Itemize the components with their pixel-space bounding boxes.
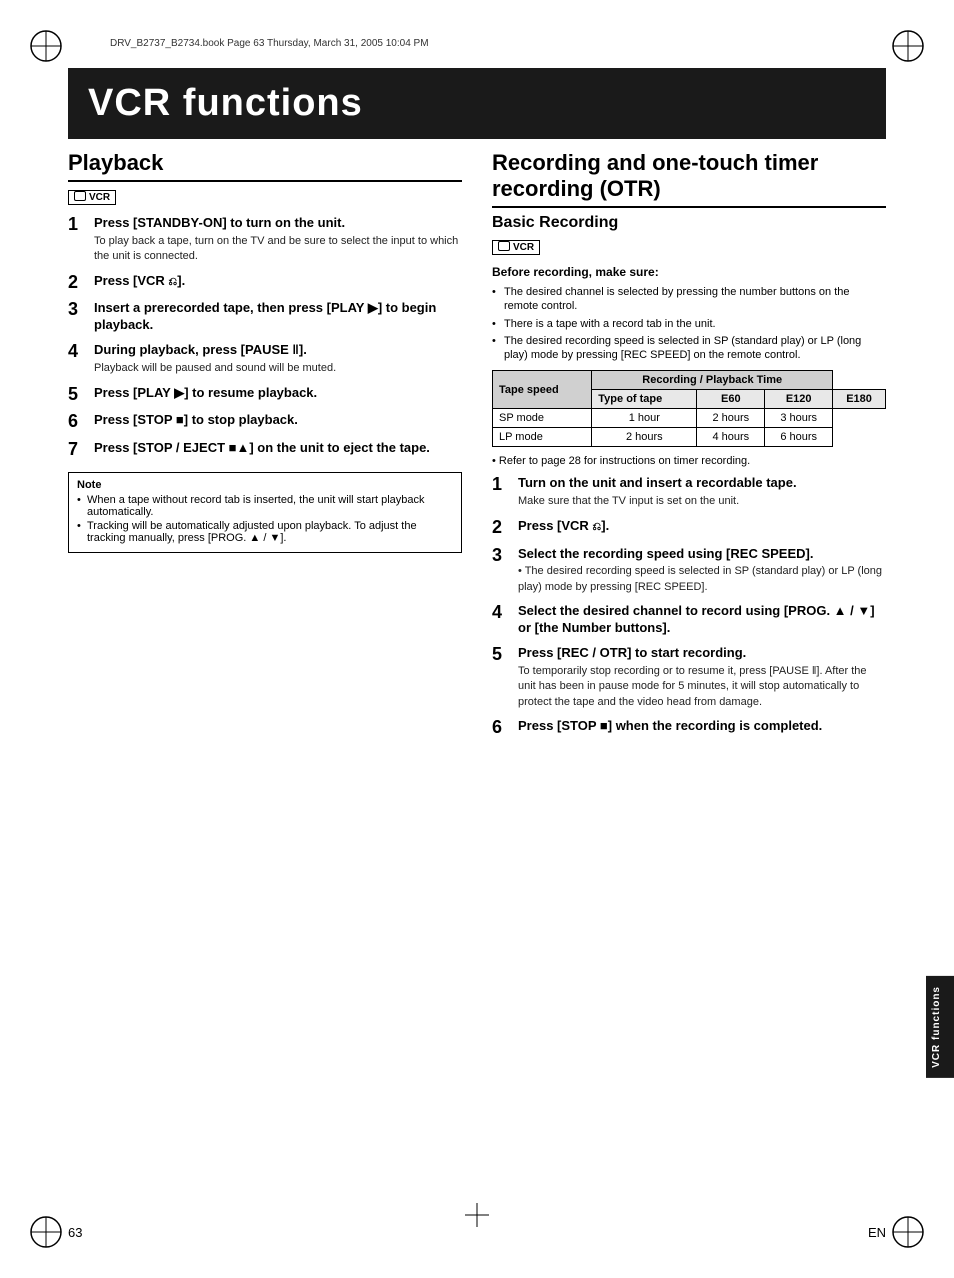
rec-step-6: 6 Press [STOP ■] when the recording is c… bbox=[492, 718, 886, 738]
language-indicator: EN bbox=[868, 1225, 886, 1240]
rec-step-desc-3: • The desired recording speed is selecte… bbox=[518, 564, 886, 595]
step-num-2: 2 bbox=[68, 273, 86, 293]
recording-heading: Recording and one-touch timer recording … bbox=[492, 150, 886, 208]
table-header-time: Recording / Playback Time bbox=[592, 371, 833, 390]
playback-vcr-badge: VCR bbox=[68, 190, 116, 205]
playback-step-6: 6 Press [STOP ■] to stop playback. bbox=[68, 412, 462, 432]
rec-step-desc-5: To temporarily stop recording or to resu… bbox=[518, 664, 886, 710]
refer-note: • Refer to page 28 for instructions on t… bbox=[492, 455, 886, 467]
step-title-1: Press [STANDBY-ON] to turn on the unit. bbox=[94, 215, 462, 232]
lp-e120: 4 hours bbox=[697, 428, 765, 447]
rec-step-num-1: 1 bbox=[492, 475, 510, 495]
corner-mark-tl bbox=[28, 28, 64, 64]
before-item-3: The desired recording speed is selected … bbox=[492, 334, 886, 363]
rec-step-title-4: Select the desired channel to record usi… bbox=[518, 603, 886, 637]
lp-e60: 2 hours bbox=[592, 428, 697, 447]
rec-step-1: 1 Turn on the unit and insert a recordab… bbox=[492, 475, 886, 509]
file-info: DRV_B2737_B2734.book Page 63 Thursday, M… bbox=[110, 38, 429, 49]
note-item-2: Tracking will be automatically adjusted … bbox=[77, 520, 453, 544]
rec-step-num-6: 6 bbox=[492, 718, 510, 738]
page-title: VCR functions bbox=[88, 82, 866, 125]
main-content: Playback VCR 1 Press [STANDBY-ON] to tur… bbox=[68, 140, 886, 1198]
rec-step-title-5: Press [REC / OTR] to start recording. bbox=[518, 645, 886, 662]
basic-recording-title: Basic Recording bbox=[492, 214, 886, 232]
page-number: 63 bbox=[68, 1225, 82, 1240]
corner-mark-br bbox=[890, 1214, 926, 1250]
rec-step-num-4: 4 bbox=[492, 603, 510, 623]
rec-step-3: 3 Select the recording speed using [REC … bbox=[492, 546, 886, 596]
step-num-3: 3 bbox=[68, 300, 86, 320]
note-title: Note bbox=[77, 479, 453, 491]
step-title-4: During playback, press [PAUSE ‖]. bbox=[94, 342, 462, 359]
playback-step-2: 2 Press [VCR ⎌]. bbox=[68, 273, 462, 293]
step-title-7: Press [STOP / EJECT ■▲] on the unit to e… bbox=[94, 440, 462, 457]
sp-e60: 1 hour bbox=[592, 409, 697, 428]
rec-step-num-3: 3 bbox=[492, 546, 510, 566]
step-title-2: Press [VCR ⎌]. bbox=[94, 273, 462, 290]
rec-step-4: 4 Select the desired channel to record u… bbox=[492, 603, 886, 637]
step-num-5: 5 bbox=[68, 385, 86, 405]
step-num-6: 6 bbox=[68, 412, 86, 432]
playback-step-4: 4 During playback, press [PAUSE ‖]. Play… bbox=[68, 342, 462, 376]
step-title-3: Insert a prerecorded tape, then press [P… bbox=[94, 300, 462, 334]
sp-mode-label: SP mode bbox=[493, 409, 592, 428]
note-item-1: When a tape without record tab is insert… bbox=[77, 494, 453, 518]
step-num-7: 7 bbox=[68, 440, 86, 460]
left-column: Playback VCR 1 Press [STANDBY-ON] to tur… bbox=[68, 140, 462, 1198]
step-desc-4: Playback will be paused and sound will b… bbox=[94, 361, 462, 376]
lp-mode-label: LP mode bbox=[493, 428, 592, 447]
note-box: Note When a tape without record tab is i… bbox=[68, 472, 462, 553]
before-item-2: There is a tape with a record tab in the… bbox=[492, 317, 886, 331]
rec-step-5: 5 Press [REC / OTR] to start recording. … bbox=[492, 645, 886, 710]
table-row-lp: LP mode 2 hours 4 hours 6 hours bbox=[493, 428, 886, 447]
rec-step-2: 2 Press [VCR ⎌]. bbox=[492, 518, 886, 538]
lp-e180: 6 hours bbox=[765, 428, 833, 447]
playback-step-5: 5 Press [PLAY ▶] to resume playback. bbox=[68, 385, 462, 405]
title-bar: VCR functions bbox=[68, 68, 886, 139]
recording-vcr-badge: VCR bbox=[492, 240, 540, 255]
rec-step-title-6: Press [STOP ■] when the recording is com… bbox=[518, 718, 886, 735]
rec-step-title-1: Turn on the unit and insert a recordable… bbox=[518, 475, 886, 492]
corner-mark-bl bbox=[28, 1214, 64, 1250]
before-item-1: The desired channel is selected by press… bbox=[492, 285, 886, 314]
rec-step-title-3: Select the recording speed using [REC SP… bbox=[518, 546, 886, 563]
rec-step-num-2: 2 bbox=[492, 518, 510, 538]
side-tab: VCR functions bbox=[926, 976, 954, 1078]
rec-step-desc-1: Make sure that the TV input is set on th… bbox=[518, 494, 886, 509]
sp-e180: 3 hours bbox=[765, 409, 833, 428]
table-row-sp: SP mode 1 hour 2 hours 3 hours bbox=[493, 409, 886, 428]
before-recording-title: Before recording, make sure: bbox=[492, 265, 886, 279]
table-subheader-e60: E60 bbox=[697, 390, 765, 409]
corner-mark-tr bbox=[890, 28, 926, 64]
playback-step-3: 3 Insert a prerecorded tape, then press … bbox=[68, 300, 462, 334]
step-num-1: 1 bbox=[68, 215, 86, 235]
footer: 63 EN bbox=[68, 1225, 886, 1240]
table-subheader-e180: E180 bbox=[833, 390, 886, 409]
tape-speed-table: Tape speed Recording / Playback Time Typ… bbox=[492, 370, 886, 447]
step-num-4: 4 bbox=[68, 342, 86, 362]
playback-heading: Playback bbox=[68, 150, 462, 182]
right-column: Recording and one-touch timer recording … bbox=[492, 140, 886, 1198]
table-subheader-e120: E120 bbox=[765, 390, 833, 409]
step-title-6: Press [STOP ■] to stop playback. bbox=[94, 412, 462, 429]
playback-step-1: 1 Press [STANDBY-ON] to turn on the unit… bbox=[68, 215, 462, 265]
rec-step-num-5: 5 bbox=[492, 645, 510, 665]
rec-step-title-2: Press [VCR ⎌]. bbox=[518, 518, 886, 535]
table-header-speed: Tape speed bbox=[493, 371, 592, 409]
playback-step-7: 7 Press [STOP / EJECT ■▲] on the unit to… bbox=[68, 440, 462, 460]
step-desc-1: To play back a tape, turn on the TV and … bbox=[94, 234, 462, 265]
table-subheader-tapetype: Type of tape bbox=[592, 390, 697, 409]
step-title-5: Press [PLAY ▶] to resume playback. bbox=[94, 385, 462, 402]
sp-e120: 2 hours bbox=[697, 409, 765, 428]
